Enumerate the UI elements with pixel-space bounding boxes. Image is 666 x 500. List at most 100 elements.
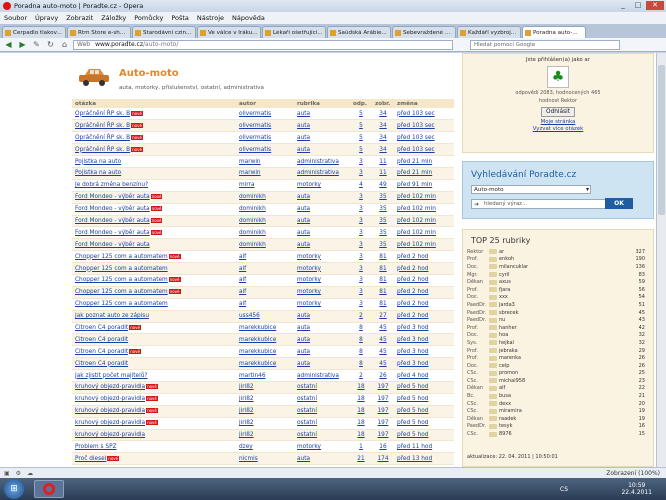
category-link[interactable]: ostatní bbox=[297, 384, 317, 390]
opera-taskbar-button[interactable] bbox=[34, 480, 64, 498]
author-link[interactable]: dominikh bbox=[239, 230, 266, 236]
changed-link[interactable]: před 2 hod bbox=[397, 313, 428, 319]
category-link[interactable]: auta bbox=[297, 206, 310, 212]
changed-link[interactable]: před 103 sec bbox=[397, 123, 435, 129]
changed-link[interactable]: před 102 min bbox=[397, 206, 436, 212]
changed-link[interactable]: před 21 min bbox=[397, 159, 432, 165]
menu-napoveda[interactable]: Nápověda bbox=[232, 14, 265, 22]
author-link[interactable]: dominikh bbox=[239, 206, 266, 212]
question-link[interactable]: kruhový objezd-pravidla bbox=[75, 420, 145, 426]
menu-upravy[interactable]: Úpravy bbox=[35, 14, 58, 22]
views-count[interactable]: 16 bbox=[379, 444, 386, 450]
author-link[interactable]: olivermatis bbox=[239, 135, 271, 141]
question-link[interactable]: Citroen C4 poradit bbox=[75, 361, 128, 367]
tab[interactable]: Každáří vyzbroj... bbox=[457, 26, 521, 38]
tab[interactable]: Rtm Store e-sh... bbox=[67, 26, 131, 38]
question-link[interactable]: Chopper 125 com a automatem bbox=[75, 301, 168, 307]
menu-nastroje[interactable]: Nástroje bbox=[197, 14, 224, 22]
views-count[interactable]: 34 bbox=[379, 135, 386, 141]
scrollbar-thumb[interactable] bbox=[658, 65, 665, 215]
views-count[interactable]: 34 bbox=[379, 147, 386, 153]
answers-count[interactable]: 18 bbox=[357, 432, 364, 438]
changed-link[interactable]: před 2 hod bbox=[397, 277, 428, 283]
turbo-icon[interactable]: ☁ bbox=[27, 470, 33, 477]
category-link[interactable]: motorky bbox=[297, 301, 321, 307]
changed-link[interactable]: před 2 hod bbox=[397, 301, 428, 307]
category-link[interactable]: auta bbox=[297, 135, 310, 141]
changed-link[interactable]: před 102 min bbox=[397, 230, 436, 236]
category-link[interactable]: auta bbox=[297, 337, 310, 343]
question-link[interactable]: Je dobrá změna benzínu? bbox=[75, 182, 148, 188]
changed-link[interactable]: před 2 hod bbox=[397, 254, 428, 260]
question-link[interactable]: Jak zjistit počet majitelů? bbox=[75, 373, 147, 379]
views-count[interactable]: 11 bbox=[379, 170, 386, 176]
top25-user[interactable]: miramira bbox=[499, 408, 619, 414]
top25-user[interactable]: jebraka bbox=[499, 348, 619, 354]
author-link[interactable]: marekkubice bbox=[239, 337, 276, 343]
author-link[interactable]: olivermatis bbox=[239, 123, 271, 129]
views-count[interactable]: 45 bbox=[379, 337, 386, 343]
changed-link[interactable]: před 102 min bbox=[397, 242, 436, 248]
changed-link[interactable]: před 102 min bbox=[397, 194, 436, 200]
tab[interactable]: Starodávní czin... bbox=[132, 26, 196, 38]
changed-link[interactable]: před 2 hod bbox=[397, 289, 428, 295]
author-link[interactable]: uss456 bbox=[239, 313, 260, 319]
question-link[interactable]: Chopper 125 com a automatem bbox=[75, 266, 168, 272]
vertical-scrollbar[interactable] bbox=[656, 53, 666, 467]
category-select[interactable]: Auto-moto ▾ bbox=[471, 185, 591, 194]
author-link[interactable]: marekkubice bbox=[239, 325, 276, 331]
top25-user[interactable]: dexx bbox=[499, 401, 619, 407]
top25-user[interactable]: michal958 bbox=[499, 378, 619, 384]
author-link[interactable]: dominikh bbox=[239, 194, 266, 200]
top25-user[interactable]: tesyk bbox=[499, 423, 619, 429]
answers-count[interactable]: 3 bbox=[359, 170, 363, 176]
changed-link[interactable]: před 3 hod bbox=[397, 325, 428, 331]
answers-count[interactable]: 3 bbox=[359, 206, 363, 212]
changed-link[interactable]: před 5 hod bbox=[397, 420, 428, 426]
more-questions-link[interactable]: Vyzvat více otázek bbox=[463, 126, 653, 132]
top25-user[interactable]: 8976 bbox=[499, 431, 619, 437]
question-link[interactable]: Opráčnění ŘP sk. B bbox=[75, 147, 130, 153]
question-link[interactable]: Chopper 125 com a automatem bbox=[75, 254, 168, 260]
category-link[interactable]: motorky bbox=[297, 289, 321, 295]
maximize-button[interactable]: □ bbox=[631, 1, 645, 10]
answers-count[interactable]: 4 bbox=[359, 182, 363, 188]
top25-user[interactable]: fjara bbox=[499, 287, 619, 293]
views-count[interactable]: 11 bbox=[379, 159, 386, 165]
search-ok-button[interactable]: OK bbox=[605, 198, 633, 209]
author-link[interactable]: alf bbox=[239, 277, 246, 283]
category-link[interactable]: administrativa bbox=[297, 159, 339, 165]
question-link[interactable]: Pojistka na auto bbox=[75, 170, 121, 176]
category-link[interactable]: auta bbox=[297, 456, 310, 462]
views-count[interactable]: 197 bbox=[377, 408, 388, 414]
question-link[interactable]: Ford Mondeo - výběr auta bbox=[75, 230, 150, 236]
changed-link[interactable]: před 5 hod bbox=[397, 396, 428, 402]
top25-user[interactable]: marenka bbox=[499, 355, 619, 361]
answers-count[interactable]: 5 bbox=[359, 147, 363, 153]
top25-user[interactable]: alf bbox=[499, 385, 619, 391]
answers-count[interactable]: 18 bbox=[357, 396, 364, 402]
answers-count[interactable]: 2 bbox=[359, 373, 363, 379]
changed-link[interactable]: před 11 hod bbox=[397, 444, 432, 450]
tab[interactable]: Ve válce v Iráku... bbox=[197, 26, 261, 38]
tab[interactable]: Čerpadlo tlakov... bbox=[2, 26, 66, 38]
answers-count[interactable]: 3 bbox=[359, 242, 363, 248]
author-link[interactable]: dzey bbox=[239, 444, 253, 450]
views-count[interactable]: 81 bbox=[379, 277, 386, 283]
category-link[interactable]: auta bbox=[297, 313, 310, 319]
changed-link[interactable]: před 3 hod bbox=[397, 361, 428, 367]
question-link[interactable]: kruhový objezd-pravidla bbox=[75, 396, 145, 402]
top25-user[interactable]: hejkal bbox=[499, 340, 619, 346]
answers-count[interactable]: 3 bbox=[359, 277, 363, 283]
author-link[interactable]: olivermatis bbox=[239, 147, 271, 153]
answers-count[interactable]: 3 bbox=[359, 301, 363, 307]
author-link[interactable]: marwin bbox=[239, 159, 261, 165]
views-count[interactable]: 35 bbox=[379, 206, 386, 212]
address-bar[interactable]: Web www.poradte.cz /auto-moto/ bbox=[73, 39, 453, 50]
top25-user[interactable]: ar bbox=[499, 249, 619, 255]
answers-count[interactable]: 8 bbox=[359, 349, 363, 355]
top25-user[interactable]: milancuklar bbox=[499, 264, 619, 270]
answers-count[interactable]: 5 bbox=[359, 123, 363, 129]
category-link[interactable]: auta bbox=[297, 111, 310, 117]
views-count[interactable]: 49 bbox=[379, 182, 386, 188]
